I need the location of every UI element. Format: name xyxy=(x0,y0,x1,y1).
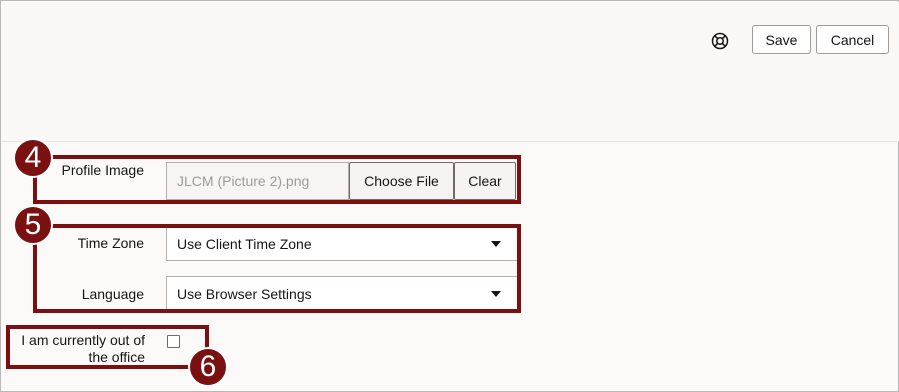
save-button[interactable]: Save xyxy=(752,25,811,54)
panel-header xyxy=(2,2,899,142)
highlight-box-4 xyxy=(33,155,521,204)
callout-badge-4: 4 xyxy=(13,138,53,178)
help-lifebuoy-icon[interactable] xyxy=(711,32,729,50)
highlight-box-6 xyxy=(6,325,209,369)
highlight-box-5 xyxy=(33,224,521,313)
callout-badge-5: 5 xyxy=(13,205,53,245)
cancel-button[interactable]: Cancel xyxy=(816,25,889,54)
callout-badge-6: 6 xyxy=(188,347,228,387)
